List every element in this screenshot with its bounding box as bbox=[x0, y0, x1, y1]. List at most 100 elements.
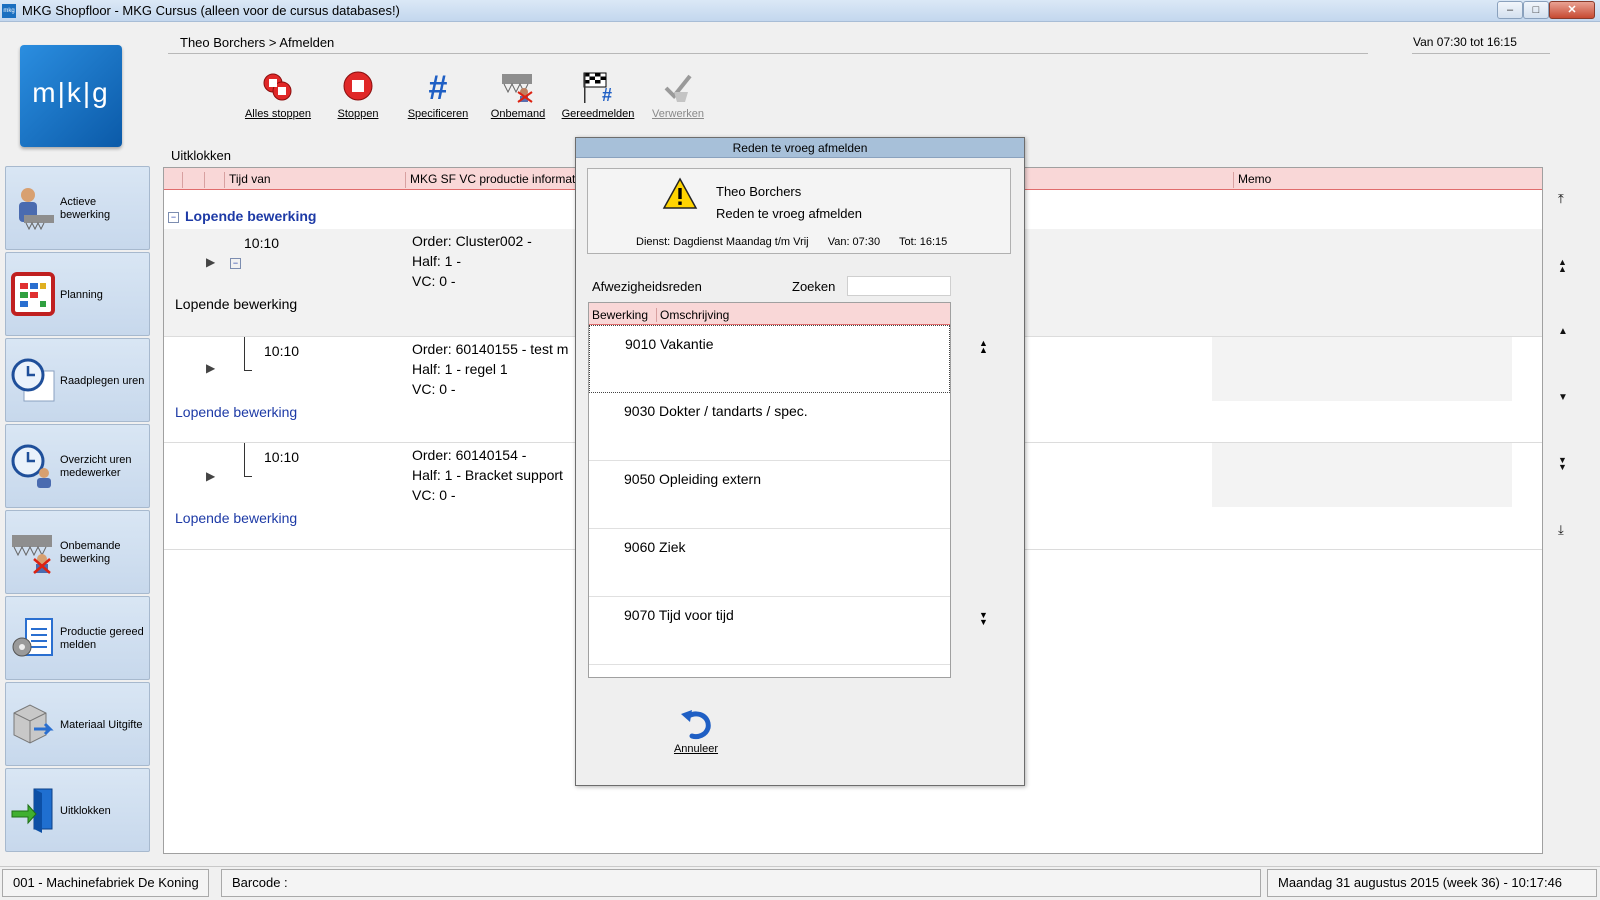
play-icon[interactable]: ▶ bbox=[206, 469, 215, 483]
row-memo-cell bbox=[1212, 337, 1512, 401]
list-item[interactable]: 9030 Dokter / tandarts / spec. bbox=[589, 393, 950, 461]
close-button[interactable]: ✕ bbox=[1549, 1, 1595, 19]
group-title[interactable]: − Lopende bewerking bbox=[168, 208, 316, 224]
window-title: MKG Shopfloor - MKG Cursus (alleen voor … bbox=[22, 3, 400, 18]
dialog-info-panel: Theo Borchers Reden te vroeg afmelden Di… bbox=[587, 168, 1011, 254]
dialog-tot: Tot: 16:15 bbox=[898, 236, 948, 248]
search-input[interactable] bbox=[847, 276, 951, 296]
row-vc: VC: 0 - bbox=[412, 487, 456, 503]
sidebar-item-label: Overzicht uren medewerker bbox=[60, 454, 132, 479]
search-label: Zoeken bbox=[792, 279, 836, 294]
row-down-button[interactable]: ▼ bbox=[1558, 392, 1568, 404]
absence-reason-label: Afwezigheidsreden bbox=[592, 279, 702, 294]
scroll-top-button[interactable]: ⤒ bbox=[1558, 192, 1564, 205]
sidebar-item-uitklokken[interactable]: Uitklokken bbox=[5, 768, 150, 852]
list-page-down-button[interactable]: ▼▼ bbox=[979, 611, 991, 627]
svg-text:#: # bbox=[602, 85, 612, 104]
hash-icon: # bbox=[420, 69, 456, 107]
row-up-button[interactable]: ▲ bbox=[1558, 326, 1568, 338]
status-bar: 001 - Machinefabriek De Koning Barcode :… bbox=[0, 866, 1600, 900]
svg-text:#: # bbox=[429, 70, 448, 104]
row-vc: VC: 0 - bbox=[412, 381, 456, 397]
undo-icon bbox=[681, 710, 711, 740]
sidebar-item-productie-gereed[interactable]: Productie gereed melden bbox=[5, 596, 150, 680]
dialog-user-name: Theo Borchers bbox=[716, 184, 802, 199]
onbemand-button[interactable]: Onbemand bbox=[478, 70, 558, 120]
row-time: 10:10 bbox=[244, 235, 280, 251]
list-item[interactable]: 9060 Ziek bbox=[589, 529, 950, 597]
dialog-shift-info: Dienst: Dagdienst Maandag t/m Vrij Van: … bbox=[636, 236, 963, 248]
row-half: Half: 1 - bbox=[412, 253, 462, 269]
collapse-icon[interactable]: − bbox=[230, 258, 241, 269]
row-order-info: Order: 60140155 - test m Half: 1 - regel… bbox=[412, 339, 568, 399]
row-order: Order: 60140155 - test m bbox=[412, 341, 569, 357]
grid-col-productie-info[interactable]: MKG SF VC productie informat bbox=[405, 172, 575, 188]
stoppen-label: Stoppen bbox=[337, 108, 379, 120]
page-up-button[interactable]: ▲▲ bbox=[1558, 258, 1570, 274]
sidebar-item-actieve-bewerking[interactable]: Actieve bewerking bbox=[5, 166, 150, 250]
annuleer-button[interactable]: Annuleer bbox=[656, 708, 736, 755]
alles-stoppen-button[interactable]: Alles stoppen bbox=[238, 70, 318, 120]
minimize-button[interactable]: – bbox=[1497, 1, 1523, 19]
list-col-bewerking[interactable]: Bewerking bbox=[592, 308, 648, 322]
barcode-field[interactable]: Barcode : bbox=[221, 869, 1261, 897]
stoppen-button[interactable]: Stoppen bbox=[318, 70, 398, 120]
stop-icon bbox=[340, 70, 376, 104]
row-status: Lopende bewerking bbox=[175, 510, 298, 526]
sidebar-item-materiaal-uitgifte[interactable]: Materiaal Uitgifte bbox=[5, 682, 150, 766]
group-title-text: Lopende bewerking bbox=[185, 208, 317, 224]
page-down-button[interactable]: ▼▼ bbox=[1558, 456, 1570, 472]
sidebar-item-label: Uitklokken bbox=[60, 804, 111, 817]
shift-time: Van 07:30 tot 16:15 bbox=[1413, 35, 1517, 49]
sidebar-item-label: Materiaal Uitgifte bbox=[60, 718, 143, 731]
sidebar-item-label: Onbemande bewerking bbox=[60, 540, 121, 565]
clock-icon bbox=[10, 357, 56, 403]
stop-all-icon bbox=[260, 70, 296, 104]
row-half: Half: 1 - regel 1 bbox=[412, 361, 508, 377]
specificeren-button[interactable]: # Specificeren bbox=[398, 69, 478, 120]
sidebar-item-raadplegen-uren[interactable]: Raadplegen uren bbox=[5, 338, 150, 422]
sidebar-item-planning[interactable]: Planning bbox=[5, 252, 150, 336]
section-title: Uitklokken bbox=[171, 148, 231, 163]
scroll-bottom-button[interactable]: ⤓ bbox=[1558, 523, 1564, 536]
annuleer-label: Annuleer bbox=[673, 743, 719, 755]
list-item[interactable]: 9050 Opleiding extern bbox=[589, 461, 950, 529]
list-header: Bewerking Omschrijving bbox=[589, 303, 950, 325]
list-item[interactable]: 9070 Tijd voor tijd bbox=[589, 597, 950, 665]
row-time: 10:10 bbox=[264, 343, 300, 359]
sidebar-item-overzicht-uren[interactable]: Overzicht uren medewerker bbox=[5, 424, 150, 508]
onbemand-label: Onbemand bbox=[490, 108, 546, 120]
row-order: Order: 60140154 - bbox=[412, 447, 527, 463]
verwerken-button[interactable]: Verwerken bbox=[638, 70, 718, 120]
list-page-up-button[interactable]: ▲▲ bbox=[979, 339, 991, 355]
worker-icon bbox=[10, 185, 56, 231]
process-icon bbox=[660, 70, 696, 104]
sidebar-item-label: Raadplegen uren bbox=[60, 374, 145, 387]
grid-col-blank-2 bbox=[204, 172, 226, 188]
collapse-icon[interactable]: − bbox=[168, 212, 179, 223]
sidebar-item-onbemande-bewerking[interactable]: Onbemande bewerking bbox=[5, 510, 150, 594]
grid-col-memo[interactable]: Memo bbox=[1233, 172, 1271, 188]
grid-col-tijd-van[interactable]: Tijd van bbox=[224, 172, 271, 188]
play-icon[interactable]: ▶ bbox=[206, 361, 215, 375]
list-col-omschrijving[interactable]: Omschrijving bbox=[656, 308, 729, 322]
play-icon[interactable]: ▶ bbox=[206, 255, 215, 269]
maximize-button[interactable]: □ bbox=[1523, 1, 1549, 19]
tree-connector bbox=[244, 337, 252, 371]
row-half: Half: 1 - Bracket support bbox=[412, 467, 563, 483]
row-order-info: Order: Cluster002 - Half: 1 - VC: 0 - bbox=[412, 231, 532, 291]
breadcrumb: Theo Borchers > Afmelden bbox=[180, 35, 335, 50]
logo-text: m|k|g bbox=[32, 77, 110, 108]
list-item[interactable]: 9010 Vakantie bbox=[589, 325, 950, 393]
app-icon: mkg bbox=[2, 4, 16, 18]
specificeren-label: Specificeren bbox=[407, 108, 469, 120]
dialog-van: Van: 07:30 bbox=[827, 236, 881, 248]
exit-door-icon bbox=[10, 787, 56, 833]
dialog-dienst: Dienst: Dagdienst Maandag t/m Vrij bbox=[636, 236, 809, 248]
datetime-field: Maandag 31 augustus 2015 (week 36) - 10:… bbox=[1267, 869, 1597, 897]
dialog-reason-text: Reden te vroeg afmelden bbox=[716, 206, 862, 221]
row-memo-cell bbox=[1212, 443, 1512, 507]
sidebar: Actieve bewerking Planning Raadplegen ur… bbox=[5, 166, 150, 854]
gereedmelden-button[interactable]: # Gereedmelden bbox=[558, 70, 638, 120]
row-collapse[interactable]: − bbox=[230, 254, 247, 270]
